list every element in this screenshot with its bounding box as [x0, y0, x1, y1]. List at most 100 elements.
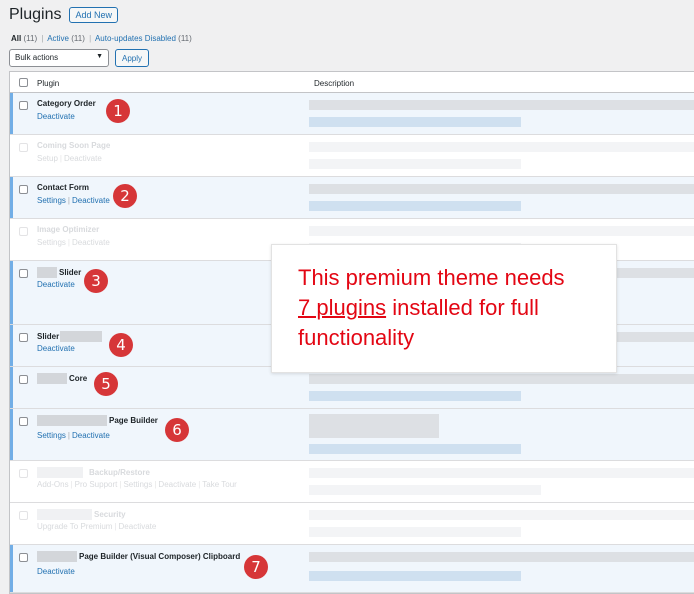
table-row: Coming Soon Page Setup | Deactivate — [10, 135, 694, 177]
filter-separator: | — [41, 34, 44, 43]
row-checkbox[interactable] — [19, 185, 28, 194]
filter-all-count: (11) — [23, 34, 38, 43]
settings-link[interactable]: Settings — [37, 196, 66, 205]
row-actions: Setup | Deactivate — [37, 154, 102, 163]
number-badge-1: 1 — [106, 99, 130, 123]
deactivate-link[interactable]: Deactivate — [119, 522, 157, 531]
filter-auto-updates-disabled[interactable]: Auto-updates Disabled — [95, 34, 176, 43]
plugin-filters: All (11) | Active (11) | Auto-updates Di… — [11, 34, 192, 43]
description-text — [309, 510, 694, 520]
take-tour-link[interactable]: Take Tour — [202, 480, 237, 489]
row-checkbox[interactable] — [19, 101, 28, 110]
table-row: Page Builder Settings | Deactivate — [10, 409, 694, 461]
callout-line-3: functionality — [298, 325, 415, 350]
settings-link[interactable]: Settings — [123, 480, 152, 489]
row-checkbox[interactable] — [19, 417, 28, 426]
deactivate-link[interactable]: Deactivate — [72, 238, 110, 247]
setup-link[interactable]: Setup — [37, 154, 58, 163]
number-badge-7: 7 — [244, 555, 268, 579]
description-meta — [309, 527, 521, 537]
row-actions: Deactivate — [37, 344, 75, 353]
plugin-name: Page Builder (Visual Composer) Clipboard — [37, 551, 240, 562]
add-ons-link[interactable]: Add-Ons — [37, 480, 69, 489]
filter-auto-count: (11) — [178, 34, 192, 43]
deactivate-link[interactable]: Deactivate — [72, 196, 110, 205]
description-meta — [309, 117, 521, 127]
select-all-checkbox[interactable] — [19, 78, 28, 87]
filter-active-count: (11) — [71, 34, 85, 43]
redacted-text — [37, 551, 77, 562]
number-badge-3: 3 — [84, 269, 108, 293]
table-header: Plugin Description — [10, 72, 694, 93]
plugin-name: Image Optimizer — [37, 225, 100, 234]
description-meta — [309, 391, 521, 401]
pro-support-link[interactable]: Pro Support — [75, 480, 118, 489]
redacted-text — [37, 509, 92, 520]
row-checkbox[interactable] — [19, 143, 28, 152]
deactivate-link[interactable]: Deactivate — [37, 567, 75, 576]
description-meta — [309, 444, 521, 454]
add-new-button[interactable]: Add New — [69, 7, 119, 23]
description-meta — [309, 159, 521, 169]
deactivate-link[interactable]: Deactivate — [37, 280, 75, 289]
description-text — [309, 226, 694, 236]
plugin-name: Slider — [37, 331, 103, 342]
row-actions: Deactivate — [37, 567, 75, 576]
description-text — [309, 552, 694, 562]
row-actions: Upgrade To Premium | Deactivate — [37, 522, 157, 531]
row-checkbox[interactable] — [19, 269, 28, 278]
page-header: Plugins Add New — [9, 6, 119, 24]
row-actions: Deactivate — [37, 280, 75, 289]
row-checkbox[interactable] — [19, 375, 28, 384]
filter-separator: | — [89, 34, 92, 43]
redacted-text — [37, 415, 107, 426]
redacted-text — [37, 267, 57, 278]
description-meta — [309, 571, 521, 581]
filter-all[interactable]: All — [11, 34, 21, 43]
column-description: Description — [314, 79, 355, 88]
page-title: Plugins — [9, 6, 62, 23]
callout-highlight: 7 plugins — [298, 295, 387, 320]
plugin-name: Core — [37, 373, 87, 384]
number-badge-6: 6 — [165, 418, 189, 442]
row-checkbox[interactable] — [19, 227, 28, 236]
row-actions: Settings | Deactivate — [37, 238, 110, 247]
redacted-text — [37, 373, 67, 384]
row-checkbox[interactable] — [19, 469, 28, 478]
row-actions: Settings | Deactivate — [37, 431, 110, 440]
settings-link[interactable]: Settings — [37, 431, 66, 440]
row-checkbox[interactable] — [19, 333, 28, 342]
number-badge-4: 4 — [109, 333, 133, 357]
filter-active[interactable]: Active — [47, 34, 69, 43]
apply-button[interactable]: Apply — [115, 49, 150, 67]
deactivate-link[interactable]: Deactivate — [37, 344, 75, 353]
plugin-name: Coming Soon Page — [37, 141, 111, 150]
plugin-name: Security — [37, 509, 126, 520]
description-text — [309, 184, 694, 194]
deactivate-link[interactable]: Deactivate — [72, 431, 110, 440]
deactivate-link[interactable]: Deactivate — [64, 154, 102, 163]
description-text — [309, 414, 439, 438]
callout-box: This premium theme needs 7 plugins insta… — [271, 244, 617, 373]
callout-line-1: This premium theme needs — [298, 265, 565, 290]
description-text — [309, 374, 694, 384]
plugin-name: Backup/Restore — [37, 467, 150, 478]
settings-link[interactable]: Settings — [37, 238, 66, 247]
upgrade-to-premium-link[interactable]: Upgrade To Premium — [37, 522, 112, 531]
description-meta — [309, 485, 541, 495]
bulk-actions-select[interactable]: Bulk actions ▼ — [9, 49, 109, 67]
deactivate-link[interactable]: Deactivate — [37, 112, 75, 121]
plugin-name: Category Order — [37, 99, 96, 108]
row-actions: Settings | Deactivate — [37, 196, 110, 205]
row-actions: Add-Ons | Pro Support | Settings | Deactivate |… — [37, 480, 237, 489]
chevron-down-icon: ▼ — [96, 53, 103, 60]
row-checkbox[interactable] — [19, 511, 28, 520]
column-plugin[interactable]: Plugin — [37, 79, 59, 88]
row-checkbox[interactable] — [19, 553, 28, 562]
bulk-actions-value: Bulk actions — [15, 53, 59, 62]
description-text — [309, 142, 694, 152]
deactivate-link[interactable]: Deactivate — [158, 480, 196, 489]
plugin-name: Page Builder — [37, 415, 158, 426]
description-meta — [309, 201, 521, 211]
plugin-name: Slider — [37, 267, 81, 278]
